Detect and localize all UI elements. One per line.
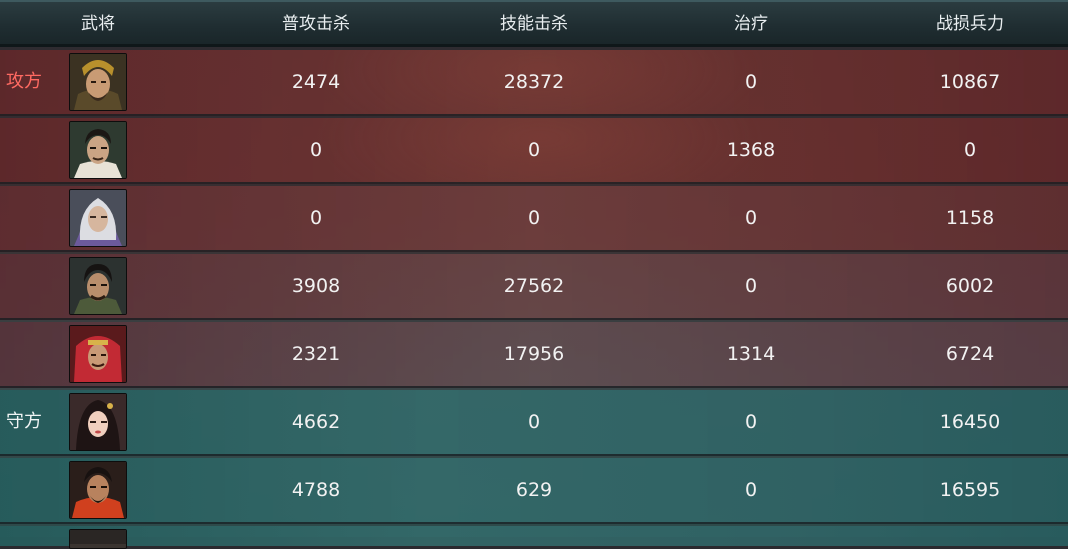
losses-value: 16450 <box>939 411 1001 433</box>
heal-value: 0 <box>744 71 758 93</box>
skill-kills-value: 17956 <box>503 343 565 365</box>
normal-kills-value: 4788 <box>291 479 341 501</box>
general-portrait-red-hood-icon[interactable] <box>69 325 127 383</box>
losses-value: 16595 <box>939 479 1001 501</box>
general-portrait-lady-icon[interactable] <box>69 393 127 451</box>
column-header-general: 武将 <box>81 14 115 34</box>
general-portrait-red-armor-icon[interactable] <box>69 461 127 519</box>
heal-value: 0 <box>744 207 758 229</box>
table-row[interactable]: 守方 4662 0 0 16450 <box>0 390 1068 456</box>
skill-kills-value: 28372 <box>503 71 565 93</box>
normal-kills-value: 3908 <box>291 275 341 297</box>
skill-kills-value: 0 <box>527 411 541 433</box>
column-header-heal: 治疗 <box>734 14 768 34</box>
skill-kills-value: 0 <box>527 139 541 161</box>
skill-kills-value: 27562 <box>503 275 565 297</box>
column-header-normal-kills: 普攻击杀 <box>282 14 350 34</box>
general-portrait-white-hair-icon[interactable] <box>69 189 127 247</box>
table-row[interactable]: 2321 17956 1314 6724 <box>0 322 1068 388</box>
normal-kills-value: 4662 <box>291 411 341 433</box>
table-row[interactable]: 攻方 2474 28372 0 10867 <box>0 50 1068 116</box>
general-portrait-strategist-icon[interactable] <box>69 121 127 179</box>
defender-label: 守方 <box>6 411 42 432</box>
losses-value: 1158 <box>945 207 995 229</box>
skill-kills-value: 629 <box>515 479 553 501</box>
normal-kills-value: 0 <box>309 207 323 229</box>
normal-kills-value: 2474 <box>291 71 341 93</box>
table-row[interactable]: 0 0 1368 0 <box>0 118 1068 184</box>
losses-value: 10867 <box>939 71 1001 93</box>
column-header-skill-kills: 技能击杀 <box>500 14 568 34</box>
losses-value: 6002 <box>945 275 995 297</box>
table-row[interactable]: 3908 27562 0 6002 <box>0 254 1068 320</box>
general-portrait-gold-helmet-icon[interactable] <box>69 53 127 111</box>
table-header: 武将 普攻击杀 技能击杀 治疗 战损兵力 <box>0 0 1068 47</box>
skill-kills-value: 0 <box>527 207 541 229</box>
column-header-losses: 战损兵力 <box>936 14 1004 34</box>
heal-value: 1314 <box>726 343 776 365</box>
heal-value: 0 <box>744 275 758 297</box>
general-portrait-icon[interactable] <box>69 529 127 549</box>
normal-kills-value: 0 <box>309 139 323 161</box>
heal-value: 0 <box>744 479 758 501</box>
attacker-label: 攻方 <box>6 71 42 92</box>
table-row[interactable]: 0 0 0 1158 <box>0 186 1068 252</box>
normal-kills-value: 2321 <box>291 343 341 365</box>
losses-value: 0 <box>963 139 977 161</box>
heal-value: 0 <box>744 411 758 433</box>
heal-value: 1368 <box>726 139 776 161</box>
losses-value: 6724 <box>945 343 995 365</box>
table-row[interactable] <box>0 526 1068 549</box>
table-row[interactable]: 4788 629 0 16595 <box>0 458 1068 524</box>
general-portrait-warrior-icon[interactable] <box>69 257 127 315</box>
